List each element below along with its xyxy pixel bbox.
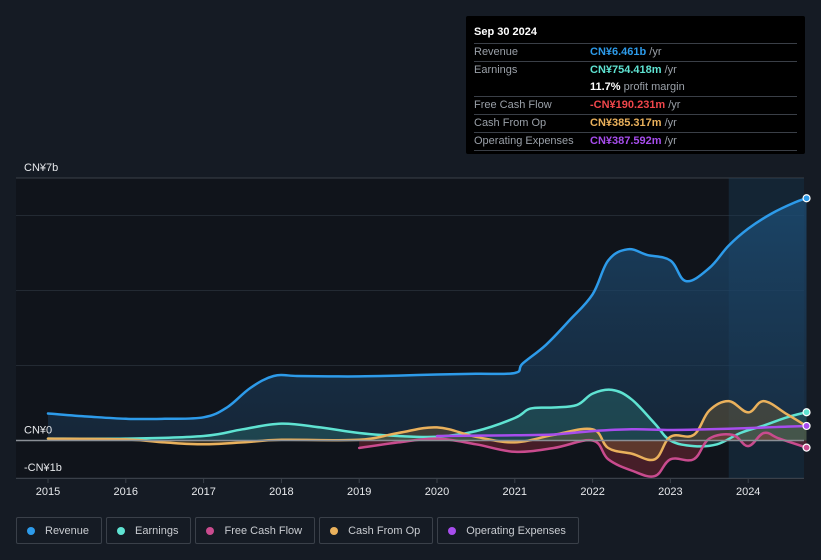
tooltip-label: Free Cash Flow [474,99,552,111]
tooltip-row-profit-margin: 11.7% profit margin [474,79,797,97]
x-tick-label: 2018 [269,486,293,498]
tooltip-label: Earnings [474,64,518,76]
legend: Revenue Earnings Free Cash Flow Cash Fro… [16,517,579,544]
legend-item-revenue[interactable]: Revenue [16,517,103,544]
legend-item-earnings[interactable]: Earnings [106,517,192,544]
end-marker-free-cash-flow[interactable] [802,443,811,452]
tooltip-panel: Sep 30 2024 Revenue CN¥6.461b /yr Earnin… [466,16,805,154]
legend-item-operating-expenses[interactable]: Operating Expenses [437,517,579,544]
tooltip-label: Operating Expenses [474,135,574,147]
tooltip-row-free-cash-flow: Free Cash Flow -CN¥190.231m /yr [474,97,797,115]
tooltip-label [474,79,590,96]
x-tick-label: 2021 [503,486,527,498]
x-tick-label: 2022 [580,486,604,498]
end-marker-operating-expenses[interactable] [802,421,811,431]
legend-item-free-cash-flow[interactable]: Free Cash Flow [195,517,316,544]
tooltip-value: -CN¥190.231m [590,99,666,111]
x-tick-label: 2016 [114,486,138,498]
legend-dot-icon [448,526,457,535]
legend-label: Revenue [45,524,90,537]
legend-dot-icon [206,526,215,535]
x-axis-ticks: 2015 2016 2017 2018 2019 2020 2021 2022 2023 2024 [36,478,760,498]
tooltip-unit: /yr [649,46,662,58]
tooltip-value: CN¥385.317m [590,117,662,129]
tooltip-value: CN¥754.418m [590,64,662,76]
tooltip-unit: /yr [668,99,681,111]
end-marker-earnings[interactable] [802,408,811,417]
end-marker-revenue[interactable] [802,194,811,203]
tooltip-unit: /yr [664,135,677,147]
legend-label: Operating Expenses [466,524,566,537]
tooltip-value: CN¥6.461b [590,46,647,58]
legend-dot-icon [117,526,126,535]
x-tick-label: 2020 [425,486,449,498]
tooltip-row-operating-expenses: Operating Expenses CN¥387.592m /yr [474,133,797,151]
tooltip-value: 11.7% [590,81,621,93]
x-tick-label: 2024 [736,486,760,498]
tooltip-row-revenue: Revenue CN¥6.461b /yr [474,44,797,62]
tooltip-label: Cash From Op [474,117,547,129]
legend-dot-icon [330,526,339,535]
x-tick-label: 2019 [347,486,371,498]
y-tick-label: CN¥7b [24,162,58,174]
tooltip-unit: profit margin [623,81,685,93]
tooltip-row-earnings: Earnings CN¥754.418m /yr [474,62,797,79]
y-tick-label: CN¥0 [24,425,52,437]
x-tick-label: 2023 [658,486,682,498]
legend-label: Free Cash Flow [224,524,303,537]
tooltip-date: Sep 30 2024 [474,24,797,44]
tooltip-label: Revenue [474,46,519,58]
x-tick-label: 2017 [191,486,215,498]
tooltip-row-cash-from-op: Cash From Op CN¥385.317m /yr [474,115,797,133]
legend-dot-icon [27,526,35,535]
y-tick-label: -CN¥1b [24,462,62,474]
tooltip-unit: /yr [664,117,677,129]
x-tick-label: 2015 [36,486,60,498]
legend-label: Cash From Op [348,524,421,537]
legend-label: Earnings [135,524,179,537]
legend-item-cash-from-op[interactable]: Cash From Op [319,517,434,544]
tooltip-value: CN¥387.592m [590,135,662,147]
tooltip-unit: /yr [664,64,677,76]
